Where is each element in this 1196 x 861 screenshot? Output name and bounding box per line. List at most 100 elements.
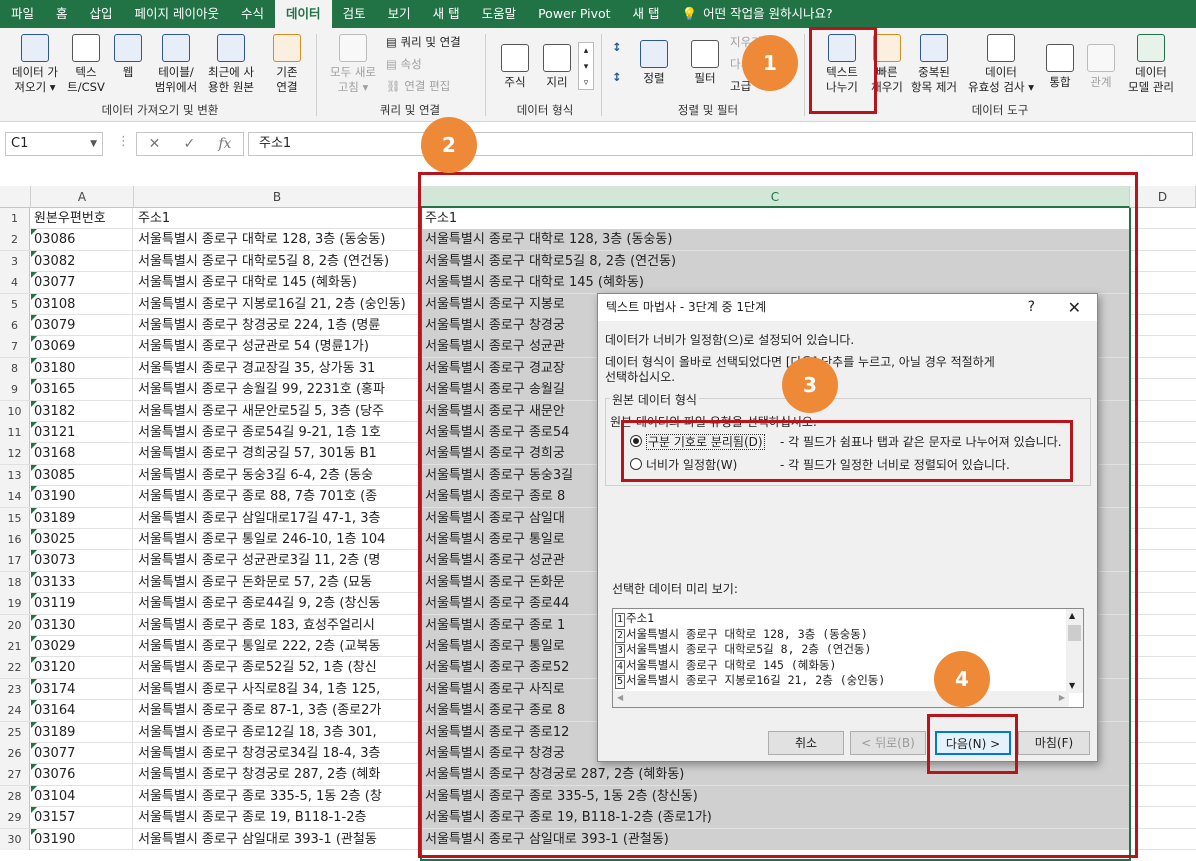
cell-a[interactable]: 03168 — [31, 443, 133, 465]
queries-connections-button[interactable]: ▤ 쿼리 및 연결 — [386, 34, 461, 50]
row-number[interactable]: 2 — [0, 229, 30, 251]
cell-b[interactable]: 서울특별시 종로구 사직로8길 34, 1층 125, — [134, 679, 421, 700]
row-number[interactable]: 21 — [0, 636, 30, 657]
formula-input[interactable]: 주소1 — [248, 132, 1193, 156]
cell-a[interactable]: 03164 — [31, 700, 133, 722]
cell-a[interactable]: 원본우편번호 — [31, 208, 133, 229]
tab-power-pivot[interactable]: Power Pivot — [527, 0, 621, 28]
cell-b[interactable]: 서울특별시 종로구 대학로 145 (혜화동) — [134, 272, 421, 293]
cell-a[interactable]: 03121 — [31, 422, 133, 443]
cell-b[interactable]: 주소1 — [134, 208, 421, 229]
geography-button[interactable]: 지리 — [538, 34, 576, 90]
row-number[interactable]: 20 — [0, 614, 30, 636]
cell-b[interactable]: 서울특별시 종로구 종로44길 9, 2층 (창신동 — [134, 593, 421, 614]
properties-button[interactable]: ▤ 속성 — [386, 56, 422, 72]
cell-b[interactable]: 서울특별시 종로구 통일로 246-10, 1층 104 — [134, 529, 421, 550]
cell-a[interactable]: 03189 — [31, 507, 133, 529]
cell-b[interactable]: 서울특별시 종로구 새문안로5길 5, 3층 (당주 — [134, 401, 421, 422]
function-icon[interactable]: fx — [218, 136, 231, 152]
cell-a[interactable]: 03119 — [31, 593, 133, 615]
cell-a[interactable]: 03133 — [31, 571, 133, 593]
cell-b[interactable]: 서울특별시 종로구 종로 335-5, 1동 2층 (창 — [134, 786, 421, 807]
cell-b[interactable]: 서울특별시 종로구 대학로5길 8, 2층 (연건동) — [134, 251, 421, 272]
cell-a[interactable]: 03025 — [31, 529, 133, 550]
row-number[interactable]: 9 — [0, 379, 30, 401]
row-number[interactable]: 19 — [0, 593, 30, 615]
tab-new-1[interactable]: 새 탭 — [422, 0, 471, 28]
row-number[interactable]: 6 — [0, 315, 30, 336]
tab-help[interactable]: 도움말 — [471, 0, 528, 28]
cell-a[interactable]: 03077 — [31, 272, 133, 294]
row-number[interactable]: 27 — [0, 764, 30, 786]
cell-a[interactable]: 03086 — [31, 229, 133, 251]
row-number[interactable]: 23 — [0, 678, 30, 700]
cell-b[interactable]: 서울특별시 종로구 종로 87-1, 3층 (종로2가 — [134, 700, 421, 721]
select-all-corner[interactable] — [0, 186, 31, 208]
cancel-icon[interactable]: ✕ — [149, 136, 161, 152]
get-data-button[interactable]: 데이터 가 져오기 ▾ — [6, 34, 64, 95]
cell-b[interactable]: 서울특별시 종로구 동숭3길 6-4, 2층 (동숭 — [134, 465, 421, 486]
row-number[interactable]: 22 — [0, 657, 30, 679]
row-number[interactable]: 11 — [0, 422, 30, 443]
row-number[interactable]: 7 — [0, 336, 30, 358]
row-number[interactable]: 29 — [0, 807, 30, 829]
cell-a[interactable]: 03077 — [31, 743, 133, 764]
row-number[interactable]: 13 — [0, 464, 30, 486]
cell-a[interactable]: 03079 — [31, 315, 133, 336]
row-number[interactable]: 26 — [0, 743, 30, 764]
row-number[interactable]: 10 — [0, 400, 30, 422]
cell-b[interactable]: 서울특별시 종로구 종로 88, 7층 701호 (종 — [134, 486, 421, 507]
column-header-a[interactable]: A — [31, 186, 134, 208]
cell-a[interactable]: 03085 — [31, 464, 133, 486]
remove-duplicates-button[interactable]: 중복된 항목 제거 — [905, 34, 963, 95]
cell-b[interactable]: 서울특별시 종로구 돈화문로 57, 2층 (묘동 — [134, 572, 421, 593]
stocks-button[interactable]: 주식 — [494, 34, 536, 90]
edit-links-button[interactable]: ⛓ 연결 편집 — [386, 78, 450, 94]
cell-b[interactable]: 서울특별시 종로구 종로52길 52, 1층 (창신 — [134, 657, 421, 678]
column-header-b[interactable]: B — [134, 186, 421, 208]
consolidate-button[interactable]: 통합 — [1040, 34, 1080, 90]
cell-b[interactable]: 서울특별시 종로구 창경궁로 287, 2층 (혜화 — [134, 764, 421, 785]
sort-za-button[interactable]: ↕ — [612, 70, 622, 84]
cell-a[interactable]: 03076 — [31, 764, 133, 786]
cell-a[interactable]: 03108 — [31, 293, 133, 315]
row-number[interactable]: 8 — [0, 357, 30, 379]
cell-b[interactable]: 서울특별시 종로구 경희궁길 57, 301동 B1 — [134, 443, 421, 464]
data-validation-button[interactable]: 데이터 유효성 검사 ▾ — [962, 34, 1040, 95]
cell-b[interactable]: 서울특별시 종로구 성균관로 54 (명륜1가) — [134, 336, 421, 357]
row-number[interactable]: 5 — [0, 293, 30, 315]
cell-b[interactable]: 서울특별시 종로구 창경궁로34길 18-4, 3층 — [134, 743, 421, 764]
refresh-all-button[interactable]: 모두 새로 고침 ▾ — [324, 34, 382, 95]
cell-a[interactable]: 03165 — [31, 379, 133, 401]
cell-a[interactable]: 03120 — [31, 657, 133, 679]
cell-a[interactable]: 03180 — [31, 357, 133, 379]
row-number[interactable]: 16 — [0, 529, 30, 550]
row-number[interactable]: 30 — [0, 828, 30, 850]
row-number[interactable]: 24 — [0, 700, 30, 722]
cell-b[interactable]: 서울특별시 종로구 경교장길 35, 상가동 31 — [134, 358, 421, 379]
relationships-button[interactable]: 관계 — [1082, 34, 1120, 90]
cell-b[interactable]: 서울특별시 종로구 송월길 99, 2231호 (홍파 — [134, 379, 421, 400]
from-table-range-button[interactable]: 테이블/범위에서 — [148, 34, 204, 95]
cell-a[interactable]: 03130 — [31, 614, 133, 636]
recent-sources-button[interactable]: 최근에 사 용한 원본 — [203, 34, 259, 95]
cell-a[interactable]: 03029 — [31, 636, 133, 657]
check-icon[interactable]: ✓ — [183, 136, 195, 152]
existing-connections-button[interactable]: 기존 연결 — [264, 34, 310, 95]
cell-a[interactable]: 03069 — [31, 336, 133, 358]
tab-view[interactable]: 보기 — [377, 0, 422, 28]
row-number[interactable]: 18 — [0, 571, 30, 593]
column-header-d[interactable]: D — [1130, 186, 1196, 208]
tab-formulas[interactable]: 수식 — [230, 0, 275, 28]
row-number[interactable]: 14 — [0, 486, 30, 508]
tab-data[interactable]: 데이터 — [275, 0, 332, 28]
manage-data-model-button[interactable]: 데이터 모델 관리 — [1122, 34, 1180, 95]
sort-az-button[interactable]: ↕ — [612, 40, 622, 54]
row-number[interactable]: 1 — [0, 208, 30, 229]
row-number[interactable]: 25 — [0, 721, 30, 743]
cell-a[interactable]: 03190 — [31, 828, 133, 850]
cell-b[interactable]: 서울특별시 종로구 창경궁로 224, 1층 (명륜 — [134, 315, 421, 336]
cell-a[interactable]: 03157 — [31, 807, 133, 829]
cell-a[interactable]: 03104 — [31, 785, 133, 807]
name-box[interactable]: C1 ▼ — [5, 132, 103, 156]
